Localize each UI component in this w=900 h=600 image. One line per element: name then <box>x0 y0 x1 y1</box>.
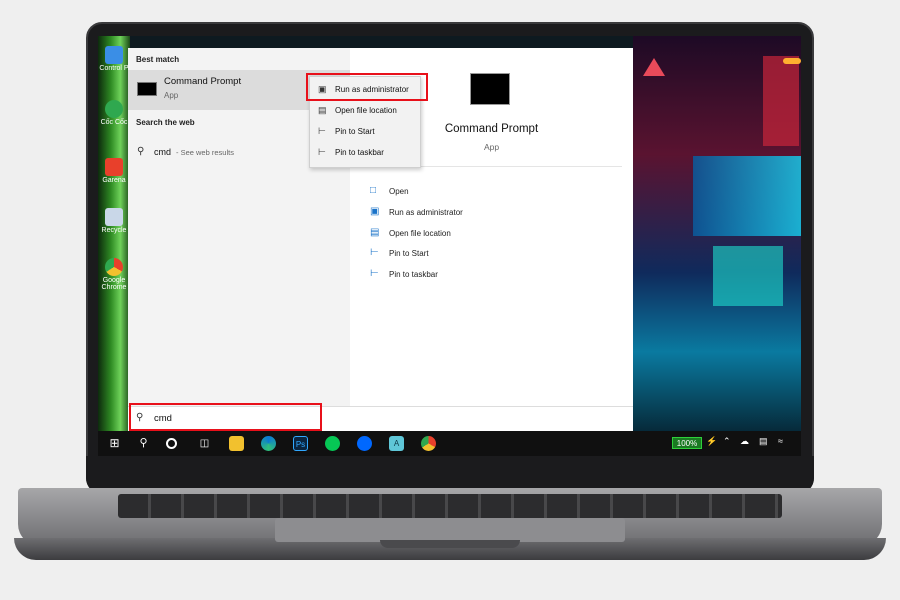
battery-indicator[interactable]: 100% <box>672 437 702 449</box>
web-result-suffix: - See web results <box>176 148 234 157</box>
cortana-icon[interactable] <box>166 438 177 449</box>
desktop-icon-control-panel[interactable]: Control P <box>98 46 130 72</box>
command-prompt-icon <box>137 82 157 96</box>
recycle-bin-icon <box>105 208 123 226</box>
action-open[interactable]: □ Open <box>370 183 570 201</box>
search-icon: ⚲ <box>137 146 145 157</box>
file-explorer-icon[interactable] <box>229 436 244 451</box>
admin-run-icon: ▣ <box>370 206 380 217</box>
task-view-icon[interactable]: ◫ <box>197 436 212 451</box>
action-pin-to-start[interactable]: ⊢ Pin to Start <box>370 245 570 263</box>
coccoc-icon <box>105 100 123 118</box>
command-prompt-large-icon <box>470 73 510 105</box>
open-icon: □ <box>370 185 377 196</box>
pin-icon: ⊢ <box>370 247 379 258</box>
windows-start-icon[interactable]: ⊞ <box>107 436 122 451</box>
control-panel-icon <box>105 46 123 64</box>
network-icon[interactable]: ▤ <box>759 436 768 447</box>
screen: Control P Cốc Cốc Garena Recycle Google … <box>98 36 801 456</box>
search-box-highlight <box>129 403 322 431</box>
desktop-icon-chrome[interactable]: Google Chrome <box>98 258 130 291</box>
search-web-heading: Search the web <box>136 118 195 127</box>
desktop-icon-recycle-bin[interactable]: Recycle <box>98 208 130 234</box>
web-result-query: cmd <box>154 147 172 157</box>
photoshop-icon[interactable]: Ps <box>293 436 308 451</box>
desktop-icon-garena[interactable]: Garena <box>98 158 130 184</box>
garena-icon <box>105 158 123 176</box>
laptop-notch <box>380 540 520 548</box>
zalo-icon[interactable] <box>357 436 372 451</box>
pin-taskbar-icon: ⊢ <box>318 147 326 157</box>
context-pin-to-taskbar[interactable]: ⊢ Pin to taskbar <box>310 143 422 163</box>
search-icon[interactable]: ⚲ <box>136 436 151 451</box>
laptop-trackpad <box>275 518 625 542</box>
context-open-file-location[interactable]: ▤ Open file location <box>310 101 422 121</box>
pin-icon: ⊢ <box>318 126 326 136</box>
action-open-file-location[interactable]: ▤ Open file location <box>370 225 570 243</box>
folder-location-icon: ▤ <box>318 105 327 115</box>
desktop-wallpaper-right <box>633 36 801 431</box>
context-pin-to-start[interactable]: ⊢ Pin to Start <box>310 122 422 142</box>
best-match-title: Command Prompt <box>164 76 242 87</box>
best-match-subtitle: App <box>164 91 179 100</box>
show-hidden-icons-chevron[interactable]: ⌃ <box>723 436 731 447</box>
desktop-icon-coccoc[interactable]: Cốc Cốc <box>98 100 130 126</box>
onedrive-cloud-icon[interactable]: ☁ <box>740 436 749 447</box>
notepad-icon[interactable]: A <box>389 436 404 451</box>
action-run-as-administrator[interactable]: ▣ Run as administrator <box>370 204 570 222</box>
action-pin-to-taskbar[interactable]: ⊢ Pin to taskbar <box>370 266 570 284</box>
laptop-keyboard <box>118 494 782 518</box>
power-plug-icon: ⚡ <box>706 436 718 446</box>
folder-location-icon: ▤ <box>370 227 380 238</box>
run-as-admin-highlight <box>306 73 428 101</box>
best-match-heading: Best match <box>136 55 180 64</box>
line-icon[interactable] <box>325 436 340 451</box>
taskbar: ⊞ ⚲ ◫ Ps A 100% ⚡ ⌃ ☁ ▤ ≈ <box>98 431 801 456</box>
chrome-icon[interactable] <box>421 436 436 451</box>
pin-taskbar-icon: ⊢ <box>370 268 379 279</box>
edge-icon[interactable] <box>261 436 276 451</box>
wifi-icon[interactable]: ≈ <box>778 436 783 446</box>
chrome-icon <box>105 258 123 276</box>
